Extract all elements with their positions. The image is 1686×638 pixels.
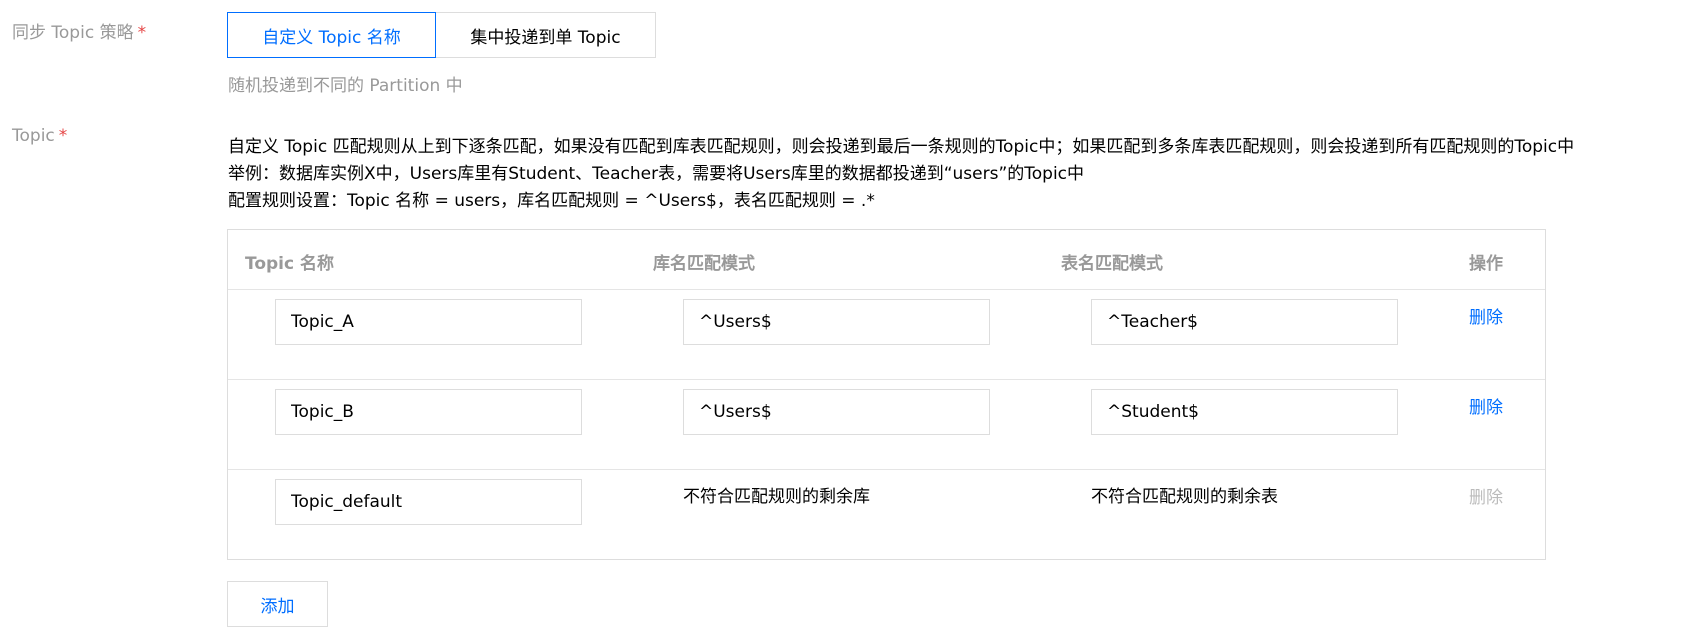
topic-name-input[interactable]	[275, 299, 582, 345]
column-header-table-pattern: 表名匹配模式	[1061, 254, 1163, 274]
db-pattern-text: 不符合匹配规则的剩余库	[683, 487, 870, 507]
sync-strategy-selector: 自定义 Topic 名称 集中投递到单 Topic	[227, 12, 656, 58]
topic-name-input[interactable]	[275, 389, 582, 435]
required-mark: *	[58, 126, 68, 146]
topic-config-form: 同步 Topic 策略 * 自定义 Topic 名称 集中投递到单 Topic 随…	[0, 0, 1686, 638]
single-topic-option[interactable]: 集中投递到单 Topic	[436, 12, 656, 58]
topic-name-input[interactable]	[275, 479, 582, 525]
sync-strategy-label-text: 同步 Topic 策略	[12, 23, 134, 43]
column-header-db-pattern: 库名匹配模式	[653, 254, 755, 274]
topic-label-text: Topic	[12, 126, 55, 146]
delete-link[interactable]: 删除	[1469, 393, 1503, 418]
table-pattern-text: 不符合匹配规则的剩余表	[1091, 487, 1278, 507]
sync-strategy-label: 同步 Topic 策略 *	[12, 22, 146, 44]
column-header-action: 操作	[1469, 254, 1503, 274]
table-row: 删除	[228, 290, 1545, 380]
table-pattern-input[interactable]	[1091, 389, 1398, 435]
delete-link[interactable]: 删除	[1469, 303, 1503, 328]
custom-topic-name-option[interactable]: 自定义 Topic 名称	[227, 12, 436, 58]
sync-strategy-hint: 随机投递到不同的 Partition 中	[228, 76, 463, 96]
description-line: 举例：数据库实例X中，Users库里有Student、Teacher表，需要将U…	[228, 164, 1085, 184]
db-pattern-input[interactable]	[683, 299, 990, 345]
description-line: 自定义 Topic 匹配规则从上到下逐条匹配，如果没有匹配到库表匹配规则，则会投…	[228, 137, 1575, 157]
topic-rules-table: Topic 名称 库名匹配模式 表名匹配模式 操作 删除 删除 不符合匹配规则的…	[227, 229, 1546, 560]
description-line: 配置规则设置：Topic 名称 = users，库名匹配规则 = ^Users$…	[228, 191, 875, 211]
topic-description: 自定义 Topic 匹配规则从上到下逐条匹配，如果没有匹配到库表匹配规则，则会投…	[228, 134, 1574, 215]
delete-link-disabled: 删除	[1469, 488, 1503, 508]
required-mark: *	[137, 23, 147, 43]
topic-label: Topic *	[12, 125, 67, 147]
table-row: 删除	[228, 380, 1545, 470]
table-row-default: 不符合匹配规则的剩余库 不符合匹配规则的剩余表 删除	[228, 470, 1545, 560]
db-pattern-input[interactable]	[683, 389, 990, 435]
table-header: Topic 名称 库名匹配模式 表名匹配模式 操作	[228, 230, 1545, 290]
column-header-topic-name: Topic 名称	[245, 254, 335, 274]
add-rule-button[interactable]: 添加	[227, 581, 328, 627]
table-pattern-input[interactable]	[1091, 299, 1398, 345]
